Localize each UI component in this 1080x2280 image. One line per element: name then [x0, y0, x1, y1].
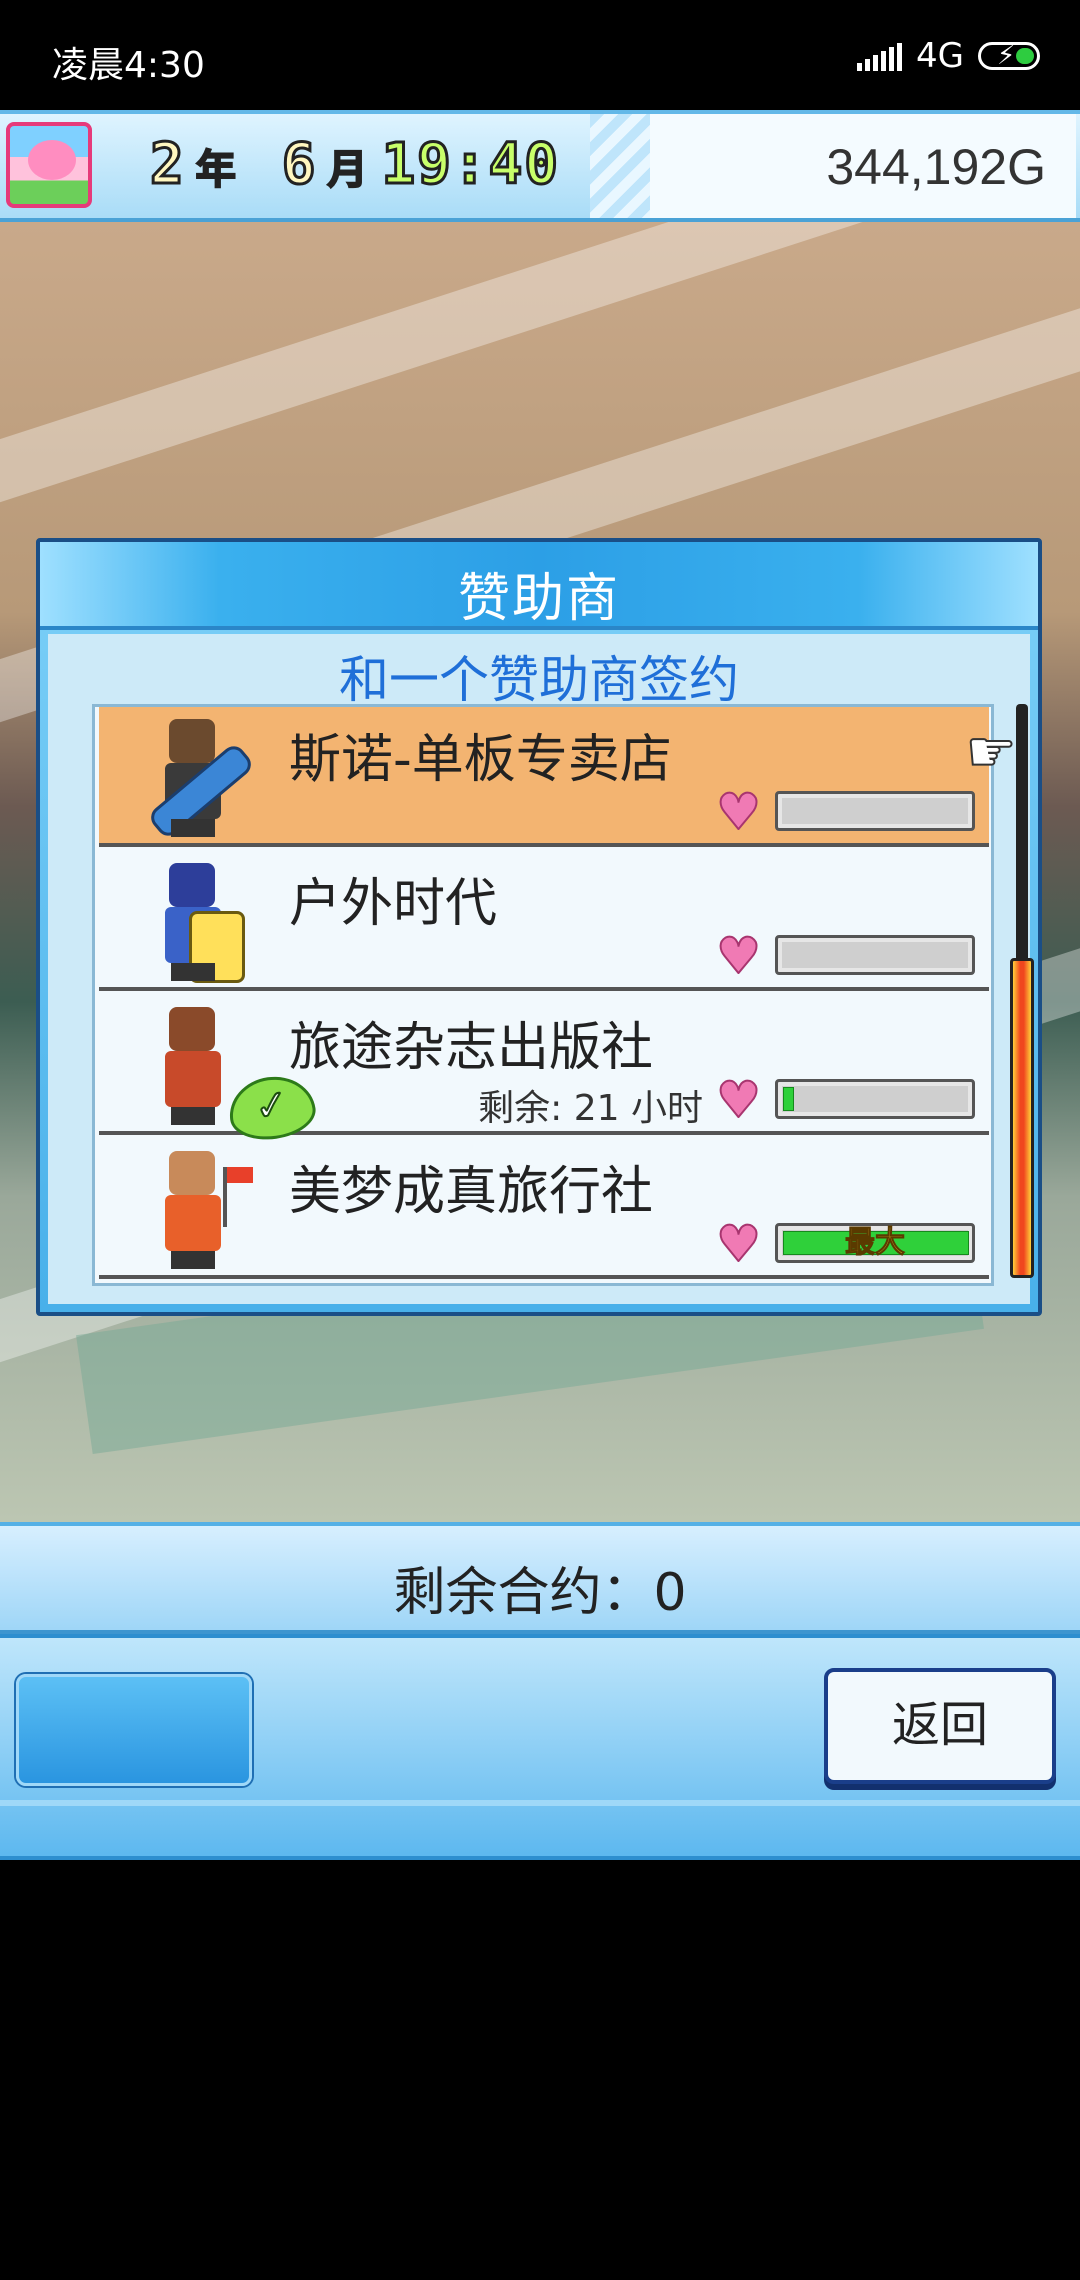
sponsor-name: 户外时代 [289, 874, 498, 934]
sponsor-row[interactable]: 斯诺-单板专卖店 ♥ [99, 707, 989, 847]
tour-guide-icon [139, 1147, 253, 1271]
action-panel: 返回 [0, 1634, 1080, 1860]
max-label: 最大 [845, 1225, 906, 1260]
snowboarder-icon [139, 715, 256, 841]
affinity-bar [775, 935, 975, 975]
heart-icon: ♥ [715, 927, 762, 985]
game-time: 19:40 [380, 131, 561, 199]
network-label: 4G [916, 36, 964, 76]
money-panel: 344,192G [590, 114, 1076, 218]
year-unit: 年 [195, 146, 237, 194]
sponsor-row[interactable]: ✓ 旅途杂志出版社 剩余: 21 小时 ♥ [99, 995, 989, 1145]
heart-icon: ♥ [715, 1215, 762, 1273]
scrollbar-thumb[interactable] [1010, 958, 1034, 1278]
cherry-blossom-icon[interactable] [6, 122, 92, 208]
dialog-subtitle: 和一个赞助商签约 [339, 651, 739, 709]
sponsor-remaining: 剩余: 21 小时 [478, 1088, 703, 1129]
hiker-icon [139, 859, 249, 983]
heart-icon: ♥ [715, 783, 762, 841]
battery-charging-icon: ⚡ [978, 41, 1040, 71]
sponsor-dialog: 赞助商 和一个赞助商签约 斯诺-单板专卖店 ♥ 户外时代 ♥ ✓ 旅途杂志出版社… [36, 538, 1042, 1316]
heart-icon: ♥ [715, 1071, 762, 1129]
dialog-body: 和一个赞助商签约 斯诺-单板专卖店 ♥ 户外时代 ♥ ✓ 旅途杂志出版社 剩余:… [48, 634, 1034, 1304]
dialog-title: 赞助商 [457, 569, 620, 629]
sponsor-list[interactable]: 斯诺-单板专卖店 ♥ 户外时代 ♥ ✓ 旅途杂志出版社 剩余: 21 小时 ♥ … [92, 704, 994, 1286]
status-icons: 4G ⚡ [857, 36, 1040, 76]
month-value: 6 [280, 131, 318, 199]
remaining-contracts-text: 剩余合约：0 [393, 1563, 687, 1623]
bottom-area [0, 1860, 1080, 2280]
empty-action-button[interactable] [16, 1674, 252, 1786]
sponsor-name: 旅途杂志出版社 [289, 1018, 654, 1078]
status-time: 凌晨4:30 [52, 45, 205, 86]
sponsor-name: 美梦成真旅行社 [289, 1162, 654, 1222]
remaining-contracts-bar: 剩余合约：0 [0, 1522, 1080, 1634]
game-header: 2 年 6 月 19:40 344,192G [0, 110, 1080, 222]
affinity-bar [775, 1079, 975, 1119]
back-button[interactable]: 返回 [824, 1668, 1056, 1784]
sponsor-name: 斯诺-单板专卖店 [289, 730, 672, 790]
game-date: 2 年 6 月 19:40 [149, 131, 561, 199]
sponsor-row[interactable]: 户外时代 ♥ [99, 851, 989, 991]
money-amount: 344,192G [826, 139, 1046, 195]
sponsor-row[interactable]: 美梦成真旅行社 ♥ 最大 [99, 1139, 989, 1279]
dialog-title-bar: 赞助商 [40, 542, 1038, 630]
writer-icon: ✓ [139, 1003, 319, 1145]
affinity-bar: 最大 [775, 1223, 975, 1263]
status-bar: 凌晨4:30 4G ⚡ [0, 0, 1080, 110]
month-unit: 月 [326, 146, 368, 194]
year-value: 2 [149, 131, 186, 199]
checkmark-badge-icon: ✓ [225, 1071, 319, 1145]
signal-icon [857, 41, 903, 71]
hand-pointer-icon: ☚ [965, 719, 1017, 786]
affinity-bar [775, 791, 975, 831]
